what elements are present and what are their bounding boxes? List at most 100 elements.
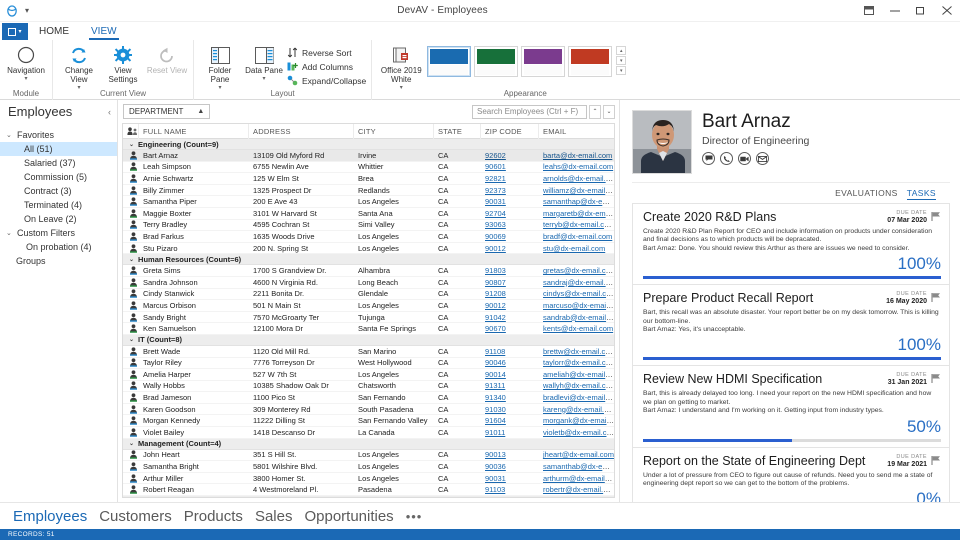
- email-link[interactable]: gretas@dx-email.com: [543, 266, 614, 275]
- zip-link[interactable]: 90031: [485, 474, 506, 483]
- nav-products[interactable]: Products: [184, 508, 243, 525]
- file-menu-button[interactable]: ▾: [2, 23, 28, 40]
- table-row[interactable]: Terry Bradley4595 Cochran StSimi ValleyC…: [123, 220, 614, 232]
- table-row[interactable]: Cindy Stanwick2211 Bonita Dr.GlendaleCA9…: [123, 289, 614, 301]
- view-settings-button[interactable]: View Settings: [102, 43, 144, 84]
- task-card[interactable]: Prepare Product Recall ReportDUE DATE16 …: [632, 285, 950, 366]
- zip-link[interactable]: 91030: [485, 405, 506, 414]
- close-icon[interactable]: [934, 0, 960, 21]
- expand-collapse-button[interactable]: Expand/Collapse: [287, 75, 366, 86]
- tree-group-custom-filters[interactable]: ⌄Custom Filters: [0, 226, 117, 240]
- email-link[interactable]: bradf@dx-email.com: [543, 232, 612, 241]
- task-card[interactable]: Review New HDMI SpecificationDUE DATE31 …: [632, 366, 950, 447]
- nav-more-icon[interactable]: •••: [406, 509, 423, 524]
- table-row[interactable]: Brad Jameson1100 Pico StSan FernandoCA91…: [123, 392, 614, 404]
- column-header-zip-code[interactable]: ZIP CODE: [481, 124, 539, 139]
- tree-item-contract[interactable]: Contract (3): [0, 184, 117, 198]
- reverse-sort-button[interactable]: Reverse Sort: [287, 47, 366, 58]
- email-link[interactable]: wallyh@dx-email.com: [543, 381, 614, 390]
- table-row[interactable]: Stu Pizaro200 N. Spring StLos AngelesCA9…: [123, 243, 614, 255]
- zip-link[interactable]: 91103: [485, 485, 505, 494]
- table-row[interactable]: Brad Farkus1635 Woods DriveLos AngelesCA…: [123, 231, 614, 243]
- table-row[interactable]: Ken Samuelson12100 Mora DrSanta Fe Sprin…: [123, 323, 614, 335]
- phone-icon[interactable]: [720, 152, 733, 165]
- nav-employees[interactable]: Employees: [13, 508, 87, 525]
- zip-link[interactable]: 91011: [485, 428, 505, 437]
- email-link[interactable]: ameliah@dx-email.com: [543, 370, 614, 379]
- tree-item-terminated[interactable]: Terminated (4): [0, 198, 117, 212]
- theme-swatch-green[interactable]: [474, 46, 518, 77]
- gallery-scroll-down-icon[interactable]: ▾: [616, 56, 626, 65]
- tree-item-groups[interactable]: Groups: [0, 254, 117, 268]
- table-row[interactable]: Bart Arnaz13109 Old Myford RdIrvineCA926…: [123, 150, 614, 162]
- table-row[interactable]: Morgan Kennedy11222 Dilling StSan Fernan…: [123, 415, 614, 427]
- email-link[interactable]: samanthap@dx-email.com: [543, 197, 614, 206]
- table-row[interactable]: Sandra Johnson4600 N Virginia Rd.Long Be…: [123, 277, 614, 289]
- reset-view-button[interactable]: Reset View: [146, 43, 188, 75]
- table-row[interactable]: Robert Reagan4 Westmoreland Pl.PasadenaC…: [123, 484, 614, 496]
- tree-group-favorites[interactable]: ⌄Favorites: [0, 128, 117, 142]
- zip-link[interactable]: 90036: [485, 462, 506, 471]
- email-link[interactable]: sandrab@dx-email.com: [543, 313, 614, 322]
- chevron-down-icon[interactable]: ▾: [262, 76, 265, 82]
- email-link[interactable]: morgank@dx-email.com: [543, 416, 614, 425]
- tab-evaluations[interactable]: EVALUATIONS: [835, 188, 898, 200]
- data-pane-button[interactable]: Data Pane ▾: [243, 43, 285, 82]
- table-row[interactable]: Brett Wade1120 Old Mill Rd.San MarinoCA9…: [123, 346, 614, 358]
- task-card[interactable]: Create 2020 R&D PlansDUE DATE07 Mar 2020…: [632, 203, 950, 285]
- email-link[interactable]: violetb@dx-email.com: [543, 428, 614, 437]
- email-link[interactable]: taylorr@dx-email.com: [543, 358, 614, 367]
- task-list[interactable]: Create 2020 R&D PlansDUE DATE07 Mar 2020…: [620, 203, 960, 502]
- grid-group-header[interactable]: ⌄Engineering (Count=9): [123, 139, 614, 150]
- zip-link[interactable]: 90012: [485, 301, 506, 310]
- zip-link[interactable]: 93063: [485, 220, 506, 229]
- email-link[interactable]: brettw@dx-email.com: [543, 347, 614, 356]
- email-link[interactable]: robertr@dx-email.com: [543, 485, 614, 494]
- table-row[interactable]: Billy Zimmer1325 Prospect DrRedlandsCA92…: [123, 185, 614, 197]
- sort-ascending-icon[interactable]: ▲: [197, 108, 204, 115]
- email-link[interactable]: jheart@dx-email.com: [543, 450, 614, 459]
- add-columns-button[interactable]: Add Columns: [287, 61, 366, 72]
- zip-link[interactable]: 92821: [485, 174, 506, 183]
- gallery-more-icon[interactable]: ▾: [616, 66, 626, 75]
- task-card[interactable]: Report on the State of Engineering DeptD…: [632, 448, 950, 502]
- chat-icon[interactable]: [702, 152, 715, 165]
- email-link[interactable]: kareng@dx-email.com: [543, 405, 614, 414]
- zip-link[interactable]: 90012: [485, 244, 506, 253]
- theme-swatch-blue[interactable]: [427, 46, 471, 77]
- nav-sales[interactable]: Sales: [255, 508, 293, 525]
- email-link[interactable]: margaretb@dx-email.com: [543, 209, 614, 218]
- ribbon-display-options-icon[interactable]: [856, 0, 882, 21]
- zip-link[interactable]: 90601: [485, 162, 506, 171]
- table-row[interactable]: Karen Goodson309 Monterey RdSouth Pasade…: [123, 404, 614, 416]
- video-icon[interactable]: [738, 152, 751, 165]
- zip-link[interactable]: 91803: [485, 266, 506, 275]
- tab-tasks[interactable]: TASKS: [907, 188, 936, 200]
- chevron-down-icon[interactable]: ▾: [400, 85, 403, 91]
- email-link[interactable]: cindys@dx-email.com: [543, 289, 614, 298]
- tree-item-salaried[interactable]: Salaried (37): [0, 156, 117, 170]
- zip-link[interactable]: 91208: [485, 289, 506, 298]
- table-row[interactable]: Taylor Riley7776 Torreyson DrWest Hollyw…: [123, 358, 614, 370]
- column-header-state[interactable]: STATE: [434, 124, 481, 139]
- zip-link[interactable]: 91108: [485, 347, 505, 356]
- nav-customers[interactable]: Customers: [99, 508, 172, 525]
- theme-button[interactable]: Office 2019 White ▾: [377, 43, 425, 91]
- navigation-button[interactable]: Navigation ▾: [5, 43, 47, 82]
- table-row[interactable]: John Heart351 S Hill St.Los AngelesCA900…: [123, 450, 614, 462]
- grid-group-header[interactable]: ⌄IT (Count=8): [123, 335, 614, 346]
- zip-link[interactable]: 90807: [485, 278, 506, 287]
- folder-pane-button[interactable]: Folder Pane ▾: [199, 43, 241, 91]
- column-header-select-all[interactable]: [123, 124, 139, 139]
- zip-link[interactable]: 90013: [485, 450, 506, 459]
- minimize-icon[interactable]: [882, 0, 908, 21]
- email-link[interactable]: samanthab@dx-email.com: [543, 462, 614, 471]
- zip-link[interactable]: 91340: [485, 393, 506, 402]
- table-row[interactable]: Leah Simpson6755 Newlin AveWhittierCA906…: [123, 162, 614, 174]
- zip-link[interactable]: 92373: [485, 186, 506, 195]
- table-row[interactable]: Marcus Orbison501 N Main StLos AngelesCA…: [123, 300, 614, 312]
- theme-swatch-red[interactable]: [568, 46, 612, 77]
- email-link[interactable]: sandraj@dx-email.com: [543, 278, 614, 287]
- gallery-scroll-up-icon[interactable]: ▴: [616, 46, 626, 55]
- tab-view[interactable]: VIEW: [80, 23, 128, 40]
